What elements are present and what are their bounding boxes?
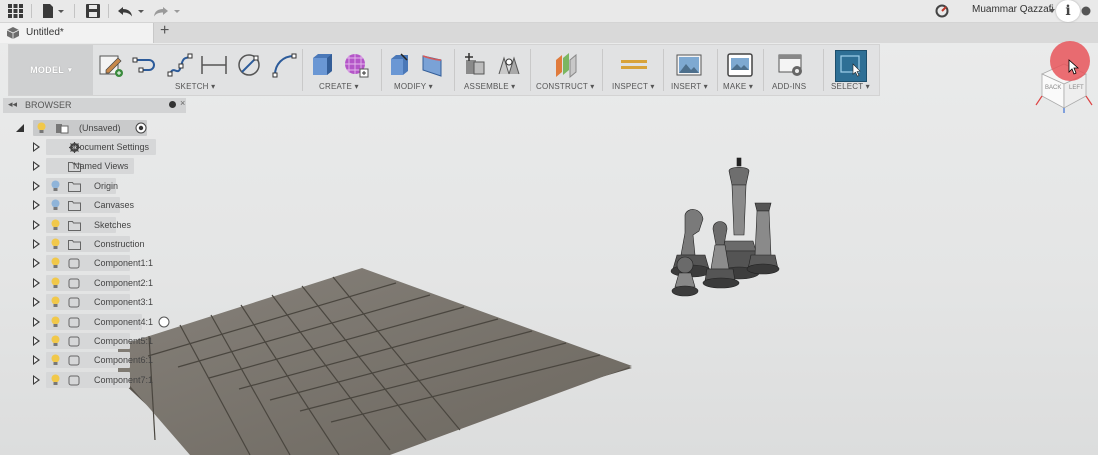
browser-tree-item-label: Component6:1: [94, 355, 154, 366]
folder-icon: [68, 181, 81, 192]
browser-tree-item-label: Named Views: [73, 161, 129, 172]
expand-arrow-icon[interactable]: [33, 374, 40, 385]
browser-close-icon[interactable]: ×: [180, 98, 185, 108]
chess-pieces-model[interactable]: [665, 155, 795, 305]
browser-tree-item[interactable]: Canvases: [30, 197, 190, 214]
browser-tree-item-label: Component1:1: [94, 258, 154, 269]
fusion-window: Muammar Qazzafi i Untitled* + MODEL ▾ SK…: [0, 0, 1098, 455]
browser-tree-item-label: Component7:1: [94, 374, 154, 385]
browser-tree-item[interactable]: Origin: [30, 177, 190, 194]
folder-icon: [68, 201, 81, 212]
expand-arrow-icon[interactable]: [33, 336, 40, 346]
expand-arrow-icon[interactable]: [33, 142, 40, 152]
visibility-bulb-icon[interactable]: [51, 374, 60, 386]
activate-radio-icon[interactable]: [158, 316, 170, 328]
browser-tree-item[interactable]: Component2:1: [30, 274, 190, 291]
component-icon: [68, 375, 80, 386]
browser-tree-item-label: Canvases: [94, 200, 135, 211]
component-icon: [68, 355, 80, 366]
expand-arrow-icon[interactable]: [33, 161, 40, 172]
visibility-bulb-icon[interactable]: [51, 180, 60, 192]
browser-tree-item-label: Document Settings: [73, 142, 150, 152]
component-icon: [68, 278, 80, 289]
component-icon: [68, 297, 80, 308]
expand-arrow-icon[interactable]: [33, 200, 40, 211]
browser-tree-item-label: Sketches: [94, 219, 132, 230]
browser-pin-icon[interactable]: [169, 101, 176, 108]
browser-tree-item-label: Component5:1: [94, 336, 154, 346]
browser-tree-item-label: Component2:1: [94, 277, 154, 288]
browser-tree-item[interactable]: Component3:1: [30, 294, 190, 311]
browser-tree-item-label: Origin: [94, 180, 119, 191]
visibility-bulb-icon[interactable]: [51, 219, 60, 231]
expand-arrow-icon[interactable]: [33, 277, 40, 288]
visibility-bulb-icon[interactable]: [51, 277, 60, 289]
expand-arrow-icon[interactable]: [33, 219, 40, 230]
visibility-bulb-icon[interactable]: [37, 122, 46, 134]
component-icon: [68, 336, 80, 347]
browser-tree-item-label: Component4:1: [94, 316, 154, 327]
browser-tree-item[interactable]: Component6:1: [30, 352, 190, 369]
browser-tree-item[interactable]: Component4:1: [30, 313, 190, 330]
browser-tree-item[interactable]: Component1:1: [30, 255, 190, 272]
expand-arrow-icon[interactable]: [33, 258, 40, 269]
browser-panel-header[interactable]: ◂◂ BROWSER ×: [3, 98, 186, 113]
folder-icon: [68, 220, 81, 231]
visibility-bulb-icon[interactable]: [51, 199, 60, 211]
browser-root-label: (Unsaved): [79, 123, 121, 133]
folder-icon: [68, 240, 81, 250]
expanded-triangle-icon[interactable]: [15, 123, 25, 133]
expand-arrow-icon[interactable]: [33, 180, 40, 191]
browser-tree-item[interactable]: Sketches: [30, 216, 190, 233]
visibility-bulb-icon[interactable]: [51, 354, 60, 366]
visibility-bulb-icon[interactable]: [51, 238, 60, 250]
browser-root-node[interactable]: (Unsaved): [15, 120, 157, 136]
browser-tree-item[interactable]: Component5:1: [30, 333, 190, 349]
component-icon: [68, 258, 80, 269]
expand-arrow-icon[interactable]: [33, 355, 40, 366]
browser-tree-item[interactable]: Document Settings: [30, 139, 190, 155]
visibility-bulb-icon[interactable]: [51, 316, 60, 328]
activate-radio-icon[interactable]: [135, 122, 147, 134]
browser-tree-item-label: Component3:1: [94, 297, 154, 308]
collapse-browser-icon[interactable]: ◂◂: [8, 99, 17, 110]
expand-arrow-icon[interactable]: [33, 239, 40, 249]
browser-tree-item[interactable]: Construction: [30, 236, 190, 252]
browser-tree-item[interactable]: Named Views: [30, 158, 190, 175]
visibility-bulb-icon[interactable]: [51, 257, 60, 269]
browser-tree-item[interactable]: Component7:1: [30, 371, 190, 388]
browser-tree-item-label: Construction: [94, 239, 145, 249]
expand-arrow-icon[interactable]: [33, 316, 40, 327]
visibility-bulb-icon[interactable]: [51, 335, 60, 347]
component-icon: [68, 317, 80, 328]
visibility-bulb-icon[interactable]: [51, 296, 60, 308]
browser-title: BROWSER: [25, 100, 72, 110]
expand-arrow-icon[interactable]: [33, 297, 40, 308]
component-icon: [56, 124, 69, 134]
